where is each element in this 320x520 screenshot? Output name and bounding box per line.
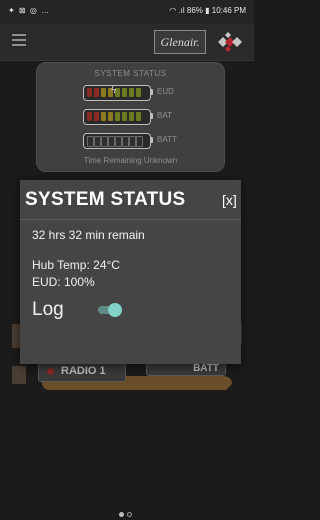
toggle-thumb: [108, 303, 122, 317]
status-bar-right: ◠ .ıl 86% ▮ 10:46 PM: [169, 6, 246, 15]
eud-battery-label: EUD: [157, 87, 174, 96]
page-dot-active: [119, 512, 124, 517]
close-button[interactable]: [x]: [222, 192, 237, 208]
batt-battery-icon: [83, 133, 151, 149]
status-bar: ✦ ⊠ ◎ … ◠ .ıl 86% ▮ 10:46 PM: [0, 0, 254, 24]
batt-battery-label: BATT: [157, 135, 177, 144]
log-label: Log: [32, 299, 64, 320]
radio-status-dot-icon: [47, 368, 54, 375]
batt-battery-row: BATT: [83, 133, 177, 149]
radio-1-label: RADIO 1: [38, 362, 126, 382]
bat-battery-icon: [83, 109, 151, 125]
diamond-logo-icon: [218, 32, 242, 52]
batt-label-box: BATT: [146, 362, 226, 376]
panel-title: SYSTEM STATUS: [94, 69, 167, 78]
app-bar: Glenair.: [0, 24, 254, 61]
system-status-panel: SYSTEM STATUS ϟ EUD BAT BATT Time Remain…: [36, 62, 225, 172]
time-remaining-text: 32 hrs 32 min remain: [32, 228, 145, 242]
page-indicator: [117, 512, 137, 518]
eud-battery-icon: ϟ: [83, 85, 151, 101]
log-toggle[interactable]: [98, 303, 122, 317]
eud-percent-text: EUD: 100%: [32, 275, 95, 289]
page-dot-inactive: [127, 512, 132, 517]
charging-bolt-icon: ϟ: [111, 85, 117, 96]
status-bar-left-icons: ✦ ⊠ ◎ …: [8, 6, 51, 15]
hub-temp-text: Hub Temp: 24°C: [32, 258, 120, 272]
bat-battery-row: BAT: [83, 109, 173, 125]
hamburger-menu-icon[interactable]: [12, 34, 26, 46]
bat-battery-label: BAT: [157, 111, 172, 120]
system-status-dialog: SYSTEM STATUS [x] 32 hrs 32 min remain H…: [20, 180, 241, 364]
glenair-logo: Glenair.: [154, 30, 206, 54]
time-remaining-unknown: Time Remaining Unknown: [83, 156, 178, 165]
status-bar-right-text: 86% ▮ 10:46 PM: [186, 6, 246, 15]
dialog-divider: [20, 219, 241, 220]
eud-battery-row: ϟ EUD: [83, 85, 174, 101]
dialog-title: SYSTEM STATUS: [25, 189, 186, 210]
wifi-signal-icon: ◠ .ıl: [169, 6, 187, 15]
